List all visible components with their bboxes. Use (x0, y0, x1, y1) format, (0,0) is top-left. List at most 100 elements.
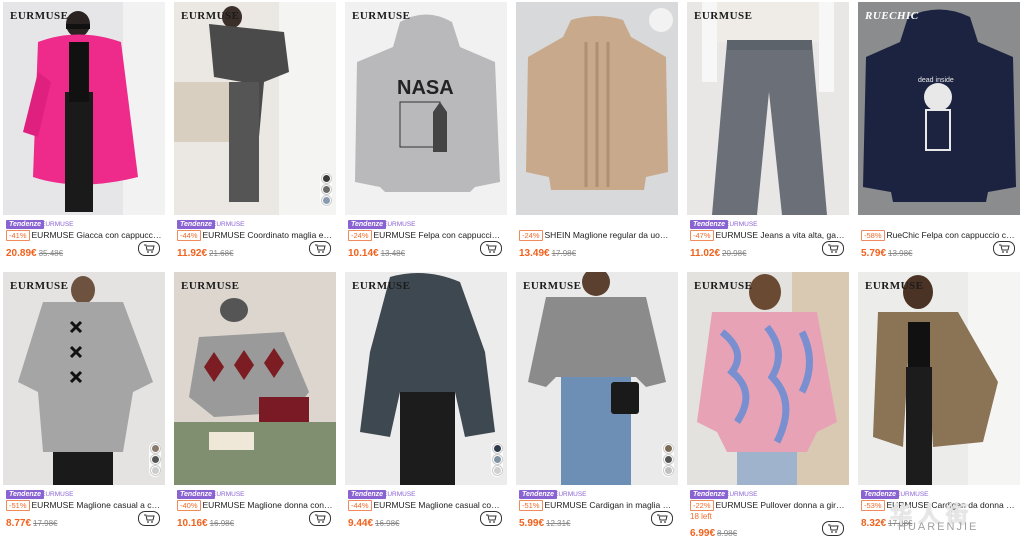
sale-price: 5.79€ (861, 248, 887, 259)
brand-logo: EURMUSE (694, 10, 753, 22)
product-title[interactable]: -44%EURMUSE Maglione casual con cappuc..… (348, 500, 504, 511)
product-title[interactable]: -24%EURMUSE Felpa con cappuccio regular … (348, 230, 504, 241)
price-row: 11.92€ 21.68€ (177, 241, 333, 259)
original-price: 13.98€ (888, 249, 913, 258)
price-row: 9.44€ 16.98€ (348, 511, 504, 529)
product-title[interactable]: -44%EURMUSE Coordinato maglia e pantalo.… (177, 230, 333, 241)
stock-label: 18 left (690, 512, 712, 521)
product-card[interactable]: dead inside RUECHIC -58% RueChic Felpa co… (858, 2, 1020, 264)
add-to-cart-button[interactable] (993, 241, 1015, 256)
cart-icon (143, 514, 155, 523)
color-swatch[interactable] (321, 185, 331, 194)
product-image[interactable]: EURMUSE (345, 272, 507, 485)
product-image[interactable]: EURMUSE (3, 272, 165, 485)
product-image[interactable]: EURMUSE (174, 2, 336, 215)
sale-price: 11.92€ (177, 248, 208, 259)
original-price: 13.48€ (380, 249, 406, 258)
product-title[interactable]: -58%RueChic Felpa con cappuccio casual d… (861, 230, 1017, 241)
store-label: EURMUSE (554, 491, 587, 498)
discount-badge: -58% (861, 230, 885, 241)
product-card[interactable]: EURMUSE Tendenze EURMUSE -41% EURMUSE Gia… (3, 2, 165, 264)
product-image[interactable]: NASA EURMUSE (345, 2, 507, 215)
add-to-cart-button[interactable] (309, 511, 331, 526)
add-to-cart-button[interactable] (480, 511, 502, 526)
add-to-cart-button[interactable] (309, 241, 331, 256)
sale-price: 20.89€ (6, 248, 37, 259)
product-meta: Tendenze EURMUSE (3, 220, 165, 230)
price-row: 5.79€ 13.98€ (861, 241, 1017, 259)
product-grid: EURMUSE Tendenze EURMUSE -41% EURMUSE Gia… (0, 0, 1023, 539)
original-price: 21.68€ (209, 249, 234, 258)
product-card[interactable]: EURMUSE Tendenze EURMUSE -44% EURMUSE Mag… (345, 272, 507, 534)
product-title[interactable]: -24%SHEIN Maglione regular da uomo a col… (519, 230, 675, 241)
product-title[interactable]: -51%EURMUSE Cardigan in maglia a trecce … (519, 500, 675, 511)
product-card[interactable]: EURMUSE Tendenze EURMUSE -22% EURMUSE Pul… (687, 272, 849, 539)
add-to-cart-button[interactable] (822, 521, 844, 536)
color-swatch[interactable] (492, 444, 502, 453)
add-to-cart-button[interactable] (480, 241, 502, 256)
discount-badge: -53% (861, 500, 885, 511)
color-swatch[interactable] (663, 444, 673, 453)
product-card[interactable]: EURMUSE Tendenze EURMUSE -51% EURMUSE Car… (516, 272, 678, 534)
product-image[interactable]: EURMUSE (174, 272, 336, 485)
color-swatches[interactable] (662, 442, 674, 477)
product-title[interactable]: -47%EURMUSE Jeans a vita alta, gamba dri… (690, 230, 846, 241)
add-to-cart-button[interactable] (138, 511, 160, 526)
product-image[interactable]: EURMUSE (516, 272, 678, 485)
product-image[interactable]: dead inside RUECHIC (858, 2, 1020, 215)
product-card[interactable]: NASA EURMUSE Tendenze EURMUSE -24% EURMUS… (345, 2, 507, 264)
price-row: 10.14€ 13.48€ (348, 241, 504, 259)
store-label: EURMUSE (212, 221, 245, 228)
sale-price: 8.77€ (6, 518, 32, 529)
add-to-cart-button[interactable] (138, 241, 160, 256)
product-card[interactable]: EURMUSE Tendenze EURMUSE -47% EURMUSE Jea… (687, 2, 849, 264)
original-price: 12.31€ (546, 519, 571, 528)
cart-icon (827, 244, 839, 253)
price-row: 6.99€ 8.98€ (690, 521, 846, 539)
brand-logo: RUECHIC (865, 10, 919, 22)
cart-icon (143, 244, 155, 253)
product-image[interactable]: EURMUSE (687, 272, 849, 485)
color-swatch[interactable] (663, 466, 673, 475)
color-swatch[interactable] (150, 444, 160, 453)
product-image[interactable]: EURMUSE (3, 2, 165, 215)
product-meta: Tendenze EURMUSE (174, 220, 336, 230)
discount-badge: -44% (177, 230, 201, 241)
product-image[interactable] (516, 2, 678, 215)
product-title[interactable]: -51%EURMUSE Maglione casual a costine co… (6, 500, 162, 511)
color-swatch[interactable] (150, 455, 160, 464)
product-card[interactable]: EURMUSE Tendenze EURMUSE -40% EURMUSE Mag… (174, 272, 336, 534)
add-to-cart-button[interactable] (822, 241, 844, 256)
product-card[interactable]: EURMUSE Tendenze EURMUSE -53% EURMUSE Car… (858, 272, 1020, 534)
color-swatches[interactable] (149, 442, 161, 477)
discount-badge: -41% (6, 230, 30, 241)
color-swatch[interactable] (321, 174, 331, 183)
trend-badge: Tendenze (348, 490, 387, 499)
color-swatch[interactable] (150, 466, 160, 475)
discount-badge: -51% (6, 500, 30, 511)
product-image[interactable]: EURMUSE (687, 2, 849, 215)
product-card[interactable]: EURMUSE Tendenze EURMUSE -51% EURMUSE Mag… (3, 272, 165, 534)
product-title[interactable]: -41%EURMUSE Giacca con cappuccio versat.… (6, 230, 162, 241)
discount-badge: -44% (348, 500, 372, 511)
sale-price: 9.44€ (348, 518, 374, 529)
product-card[interactable]: EURMUSE Tendenze EURMUSE -44% EURMUSE Coo… (174, 2, 336, 264)
color-swatch[interactable] (492, 466, 502, 475)
cart-icon (656, 514, 668, 523)
color-swatch[interactable] (321, 196, 331, 205)
product-title[interactable]: -22%EURMUSE Pullover donna a girocollo c… (690, 500, 846, 511)
original-price: 16.98€ (209, 519, 235, 528)
color-swatch[interactable] (492, 455, 502, 464)
product-meta (858, 220, 1020, 230)
brand-logo: EURMUSE (694, 280, 753, 292)
color-swatches[interactable] (491, 442, 503, 477)
product-image[interactable]: EURMUSE (858, 272, 1020, 485)
sale-price: 8.32€ (861, 518, 887, 529)
product-title[interactable]: -40%EURMUSE Maglione donna con collo a .… (177, 500, 333, 511)
product-meta: Tendenze EURMUSE (345, 490, 507, 500)
color-swatch[interactable] (663, 455, 673, 464)
product-card[interactable]: -24%SHEIN Maglione regular da uomo a col… (516, 2, 678, 264)
sale-price: 10.16€ (177, 518, 208, 529)
color-swatches[interactable] (320, 172, 332, 207)
add-to-cart-button[interactable] (651, 511, 673, 526)
